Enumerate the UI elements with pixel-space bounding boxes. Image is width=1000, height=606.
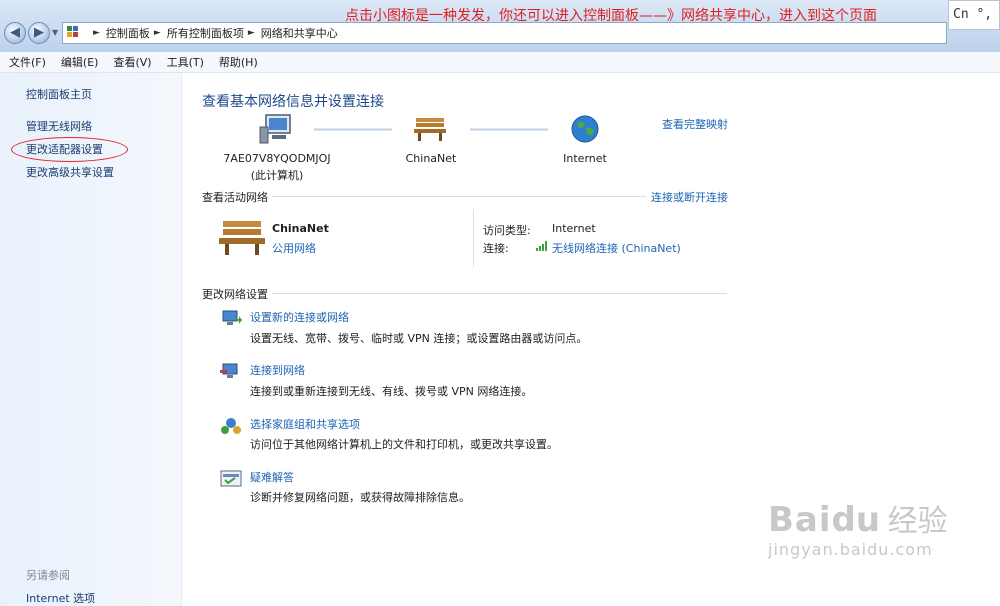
sidebar-item-advanced-sharing[interactable]: 更改高级共享设置 <box>26 164 114 180</box>
vertical-divider <box>473 209 474 267</box>
sidebar-item-manage-wireless[interactable]: 管理无线网络 <box>26 118 92 134</box>
sidebar-item-internet-options[interactable]: Internet 选项 <box>26 590 95 606</box>
menu-bar: 文件(F) 编辑(E) 查看(V) 工具(T) 帮助(H) <box>0 52 1000 73</box>
back-button[interactable]: ◀ <box>4 22 26 44</box>
control-panel-icon <box>67 26 83 40</box>
connect-disconnect-link[interactable]: 连接或断开连接 <box>651 189 728 205</box>
change-settings-heading: 更改网络设置 <box>202 288 268 301</box>
active-networks-heading: 查看活动网络 <box>202 191 268 204</box>
red-annotation-text: 点击小图标是一种发发，你还可以进入控制面板——》网络共享中心，进入到这个页面 <box>345 8 877 24</box>
bench-network-icon[interactable] <box>414 116 446 142</box>
menu-edit[interactable]: 编辑(E) <box>61 54 99 70</box>
breadcrumb-separator: ► <box>153 28 161 38</box>
task-troubleshoot-link[interactable]: 疑难解答 <box>250 469 294 485</box>
task-new-connection-desc: 设置无线、宽带、拨号、临时或 VPN 连接；或设置路由器或访问点。 <box>250 332 588 345</box>
breadcrumb-separator: ► <box>93 28 100 38</box>
menu-help[interactable]: 帮助(H) <box>219 54 258 70</box>
watermark-brand: Bai <box>768 500 832 540</box>
menu-view[interactable]: 查看(V) <box>113 54 151 70</box>
map-node-computer-name: 7AE07V8YQODMJOJ <box>223 152 331 165</box>
bench-network-icon[interactable] <box>219 218 265 256</box>
address-bar[interactable]: ► 控制面板 ► 所有控制面板项 ► 网络和共享中心 <box>62 22 947 44</box>
wireless-connection-link[interactable]: 无线网络连接 (ChinaNet) <box>552 240 681 256</box>
page-title: 查看基本网络信息并设置连接 <box>202 94 384 110</box>
breadcrumb-all-items[interactable]: 所有控制面板项 <box>167 25 244 41</box>
task-troubleshoot-desc: 诊断并修复网络问题，或获得故障排除信息。 <box>250 491 470 504</box>
window-titlebar: ◀ ▶ ▼ ► 控制面板 ► 所有控制面板项 ► 网络和共享中心 点击小图标是一… <box>0 0 1000 52</box>
watermark-url: jingyan.baidu.com <box>768 540 933 559</box>
breadcrumb-control-panel[interactable]: 控制面板 <box>106 25 150 41</box>
map-connector-line <box>470 128 548 131</box>
watermark-cn: 经验 <box>887 504 948 539</box>
map-node-computer-sub: (此计算机) <box>250 169 304 182</box>
signal-strength-icon <box>536 241 547 251</box>
forward-button[interactable]: ▶ <box>28 22 50 44</box>
active-network-name: ChinaNet <box>272 222 329 235</box>
red-highlight-circle <box>11 137 128 162</box>
section-divider <box>272 196 646 197</box>
globe-icon[interactable] <box>570 114 600 144</box>
new-connection-icon[interactable] <box>220 309 242 329</box>
task-connect-network-desc: 连接到或重新连接到无线、有线、拨号或 VPN 网络连接。 <box>250 385 533 398</box>
menu-tools[interactable]: 工具(T) <box>167 54 204 70</box>
watermark-brand-du: du <box>831 500 881 540</box>
network-type-link[interactable]: 公用网络 <box>272 240 316 256</box>
map-connector-line <box>314 128 392 131</box>
connection-label: 连接: <box>483 242 509 255</box>
breadcrumb-network-center[interactable]: 网络和共享中心 <box>261 25 338 41</box>
sidebar-item-control-panel-home[interactable]: 控制面板主页 <box>26 86 92 102</box>
connect-network-icon[interactable] <box>220 362 242 382</box>
task-connect-network-link[interactable]: 连接到网络 <box>250 362 305 378</box>
computer-icon[interactable] <box>258 113 294 145</box>
map-node-network-name: ChinaNet <box>405 152 457 165</box>
task-homegroup-link[interactable]: 选择家庭组和共享选项 <box>250 416 360 432</box>
access-type-label: 访问类型: <box>483 224 531 237</box>
task-new-connection-link[interactable]: 设置新的连接或网络 <box>250 309 349 325</box>
homegroup-icon[interactable] <box>220 416 242 436</box>
task-homegroup-desc: 访问位于其他网络计算机上的文件和打印机，或更改共享设置。 <box>250 438 558 451</box>
ime-indicator[interactable]: Cn °, <box>948 0 1000 30</box>
history-dropdown-icon[interactable]: ▼ <box>52 28 58 37</box>
map-node-internet-name: Internet <box>563 152 607 165</box>
breadcrumb-separator: ► <box>247 28 255 38</box>
menu-file[interactable]: 文件(F) <box>9 54 46 70</box>
troubleshoot-icon[interactable] <box>220 469 242 489</box>
access-type-value: Internet <box>552 222 596 235</box>
section-divider <box>272 293 727 294</box>
view-full-map-link[interactable]: 查看完整映射 <box>662 116 728 132</box>
see-also-heading: 另请参阅 <box>26 569 70 582</box>
baidu-watermark: Baidu 经验 jingyan.baidu.com <box>768 496 948 559</box>
